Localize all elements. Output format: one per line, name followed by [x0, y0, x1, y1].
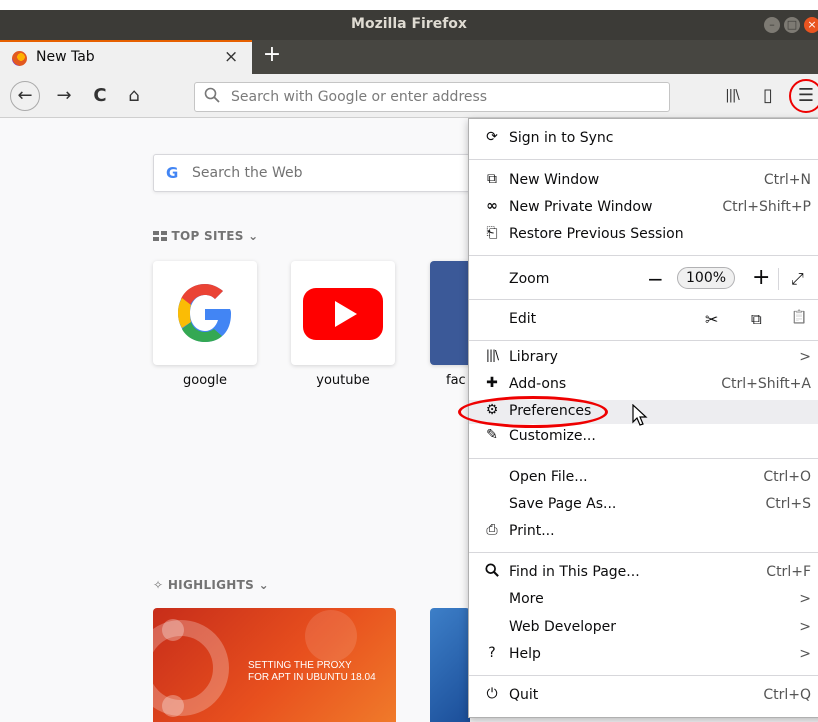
menu-item-web-developer[interactable]: Web Developer >	[469, 616, 818, 640]
new-window-icon: ⧉	[487, 171, 497, 187]
cut-icon[interactable]: ✂	[705, 310, 718, 329]
top-sites-title: TOP SITES	[171, 229, 244, 243]
youtube-logo-icon	[303, 288, 383, 340]
top-sites-header[interactable]: TOP SITES ⌄	[153, 229, 259, 243]
menu-item-more[interactable]: More >	[469, 588, 818, 612]
top-site-google[interactable]	[153, 261, 257, 365]
menu-separator	[469, 299, 818, 300]
close-window-icon[interactable]: ×	[804, 17, 818, 33]
menu-item-add-ons[interactable]: ✚ Add-ons Ctrl+Shift+A	[469, 373, 818, 397]
menu-separator	[469, 159, 818, 160]
top-site-label[interactable]: google	[153, 373, 257, 388]
library-button[interactable]: |||\	[718, 82, 746, 110]
help-icon: ?	[488, 645, 496, 661]
back-button[interactable]: ←	[10, 81, 40, 111]
menu-item-zoom: Zoom − 100% + ⤢	[509, 265, 804, 291]
tab-new-tab[interactable]: New Tab ×	[0, 40, 252, 74]
menu-button-annotation	[789, 79, 818, 113]
minimize-icon[interactable]: –	[764, 17, 780, 33]
puzzle-piece-icon: ✚	[486, 375, 498, 391]
top-strip	[0, 0, 818, 10]
zoom-in-button[interactable]: +	[752, 265, 770, 290]
chevron-down-icon: ⌄	[258, 578, 269, 592]
web-search-placeholder: Search the Web	[192, 165, 303, 181]
power-icon: ⏻	[486, 686, 498, 702]
firefox-icon	[12, 51, 27, 66]
paste-icon[interactable]: 📋	[791, 310, 807, 325]
menu-item-save-page[interactable]: Save Page As... Ctrl+S	[469, 493, 818, 517]
maximize-icon[interactable]: □	[784, 17, 800, 33]
url-placeholder: Search with Google or enter address	[231, 89, 488, 105]
top-site-label[interactable]: fac	[430, 373, 466, 388]
menu-separator	[469, 675, 818, 676]
menu-item-new-private-window[interactable]: ∞ New Private Window Ctrl+Shift+P	[469, 196, 818, 220]
window-titlebar: Mozilla Firefox – □ ×	[0, 10, 818, 40]
zoom-reset-button[interactable]: 100%	[677, 267, 736, 289]
copy-icon[interactable]: ⧉	[751, 310, 762, 328]
sparkle-icon: ✧	[153, 578, 164, 592]
menu-separator	[469, 340, 818, 341]
highlight-card-text: SETTING THE PROXY FOR APT IN UBUNTU 18.0…	[248, 660, 376, 683]
grid-icon	[153, 231, 167, 241]
search-icon	[483, 563, 501, 581]
menu-item-customize[interactable]: ✎ Customize...	[469, 425, 818, 449]
menu-item-help[interactable]: ? Help >	[469, 643, 818, 667]
printer-icon: ⎙	[486, 522, 498, 538]
highlight-card-ubuntu[interactable]: SETTING THE PROXY FOR APT IN UBUNTU 18.0…	[153, 608, 396, 722]
menu-item-open-file[interactable]: Open File... Ctrl+O	[469, 466, 818, 490]
top-site-youtube[interactable]	[291, 261, 395, 365]
zoom-out-button[interactable]: −	[647, 267, 664, 291]
new-tab-button[interactable]: +	[258, 42, 286, 67]
forward-button[interactable]: →	[50, 82, 78, 110]
sidebar-button[interactable]: ▯	[754, 82, 782, 110]
sync-icon: ⟳	[486, 129, 498, 145]
menu-item-print[interactable]: ⎙ Print...	[469, 520, 818, 544]
menu-item-library[interactable]: |||\ Library >	[469, 346, 818, 370]
mouse-cursor-icon	[632, 404, 648, 426]
tab-close-icon[interactable]: ×	[224, 47, 238, 67]
private-mask-icon: ∞	[486, 198, 498, 214]
search-icon	[204, 87, 220, 107]
tab-label: New Tab	[36, 49, 95, 65]
menu-item-quit[interactable]: ⏻ Quit Ctrl+Q	[469, 684, 818, 708]
preferences-annotation	[458, 396, 608, 428]
menu-separator	[469, 255, 818, 256]
web-search-box[interactable]: G Search the Web	[153, 154, 483, 192]
menu-item-restore-session[interactable]: ⎗ Restore Previous Session	[469, 223, 818, 247]
zoom-divider	[778, 268, 779, 290]
restore-session-icon: ⎗	[486, 225, 498, 241]
url-bar[interactable]: Search with Google or enter address	[194, 82, 670, 112]
top-site-label[interactable]: youtube	[291, 373, 395, 388]
menu-item-sign-in[interactable]: ⟳ Sign in to Sync	[469, 127, 818, 151]
reload-button[interactable]: C	[86, 82, 114, 110]
menu-separator	[469, 458, 818, 459]
library-icon: |||\	[485, 348, 499, 362]
menu-item-find[interactable]: Find in This Page... Ctrl+F	[469, 561, 818, 585]
tab-strip: New Tab × +	[0, 40, 818, 74]
highlights-header[interactable]: ✧ HIGHLIGHTS ⌄	[153, 578, 269, 592]
menu-item-edit: Edit ✂ ⧉ 📋	[509, 310, 808, 329]
google-icon: G	[166, 164, 179, 182]
fullscreen-icon[interactable]: ⤢	[791, 269, 804, 289]
chevron-down-icon: ⌄	[248, 229, 259, 243]
menu-separator	[469, 552, 818, 553]
menu-item-new-window[interactable]: ⧉ New Window Ctrl+N	[469, 169, 818, 193]
paintbrush-icon: ✎	[486, 427, 498, 443]
highlight-card-2[interactable]	[430, 608, 470, 722]
home-button[interactable]: ⌂	[120, 82, 148, 110]
navigation-toolbar: ← → C ⌂ Search with Google or enter addr…	[0, 74, 818, 118]
highlights-title: HIGHLIGHTS	[167, 578, 255, 592]
window-title: Mozilla Firefox	[351, 16, 467, 32]
google-logo-icon	[178, 284, 231, 342]
